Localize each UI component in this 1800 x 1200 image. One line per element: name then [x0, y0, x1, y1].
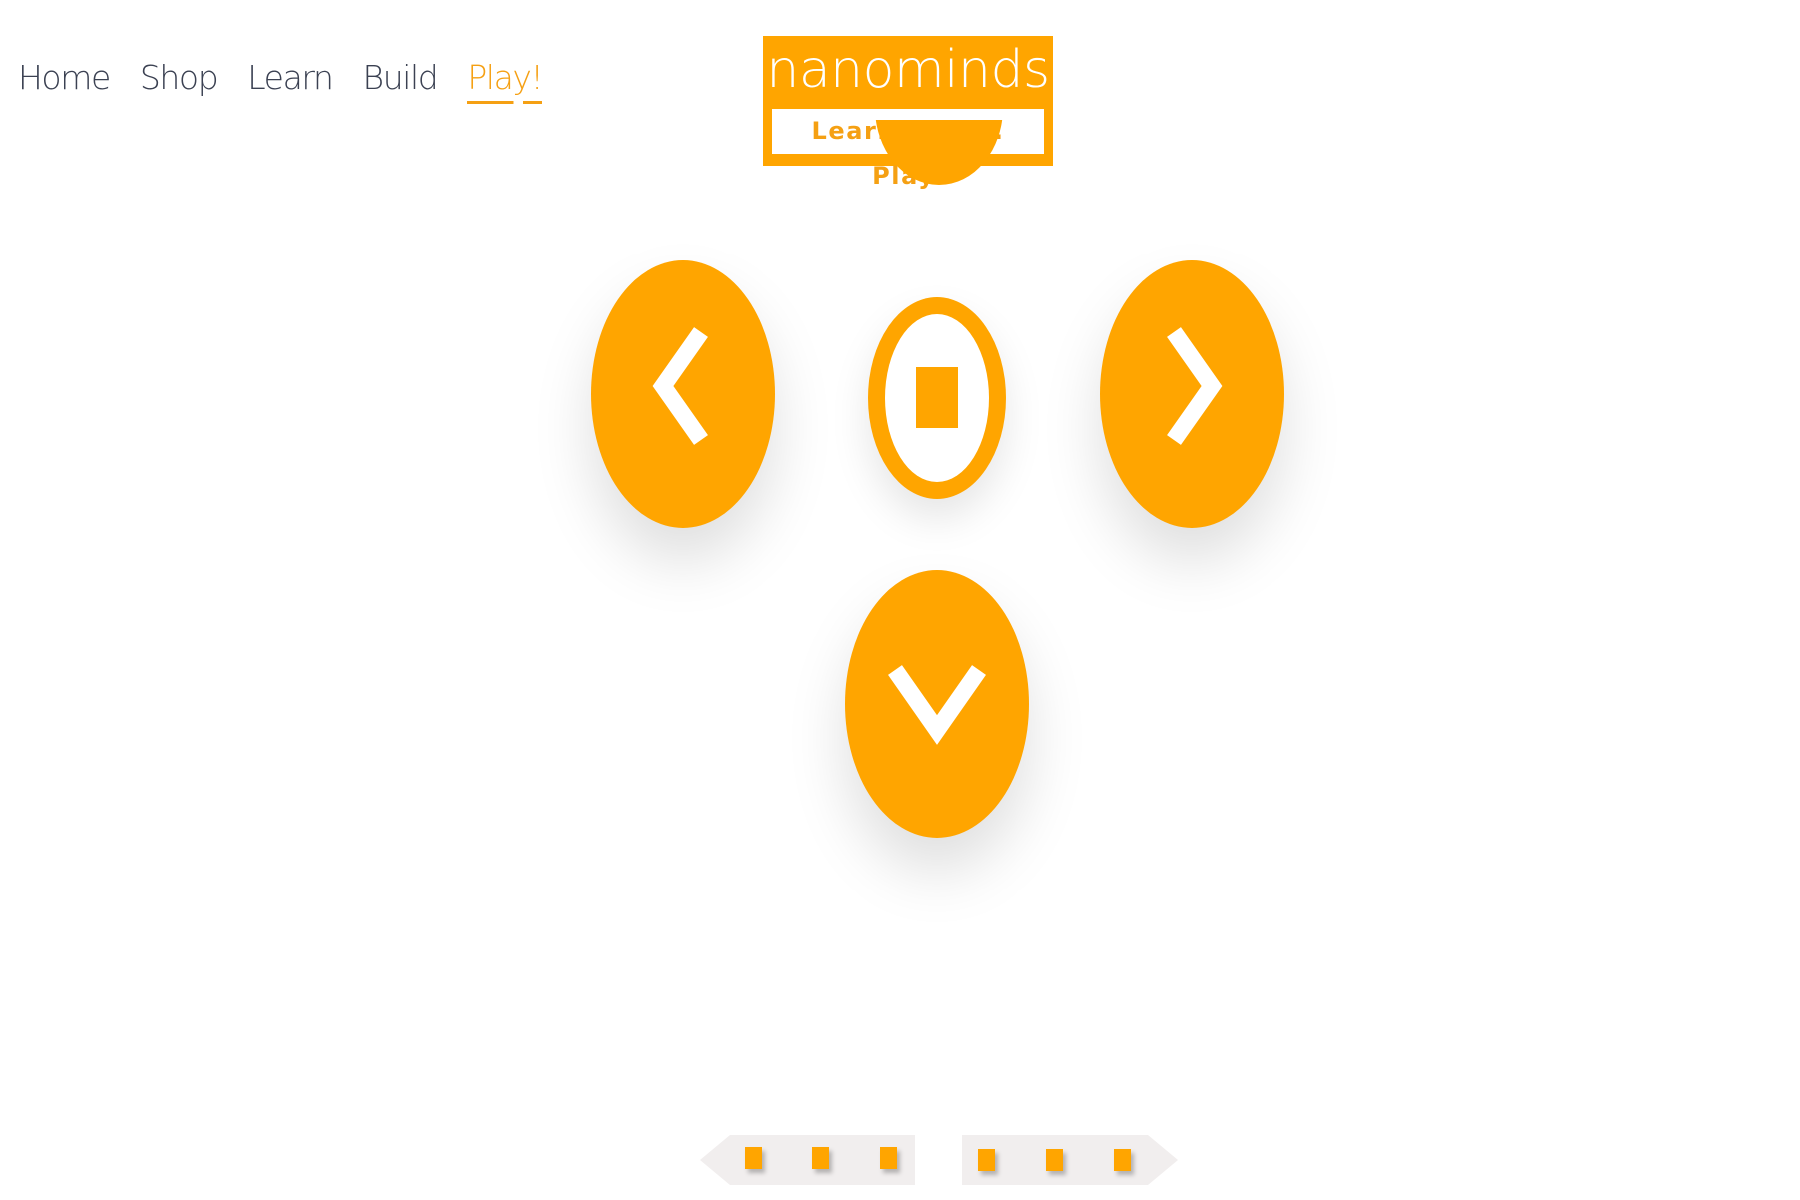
- nav-item-shop[interactable]: Shop: [140, 58, 219, 101]
- right-button[interactable]: [1100, 260, 1284, 528]
- nav-item-build[interactable]: Build: [363, 58, 439, 101]
- up-button-region: [760, 120, 1120, 218]
- nav-item-home[interactable]: Home: [18, 58, 111, 101]
- chevron-down-icon: [888, 665, 986, 745]
- slider-left-button[interactable]: [700, 1135, 915, 1185]
- arrow-right-dots-icon: [962, 1135, 1178, 1185]
- stop-icon: [885, 314, 989, 482]
- page: Home Shop Learn Build Play! nanominds Le…: [0, 0, 1800, 1200]
- chevron-right-icon: [1167, 327, 1223, 445]
- nav-item-play[interactable]: Play!: [467, 58, 544, 104]
- down-button[interactable]: [845, 570, 1029, 838]
- left-button[interactable]: [591, 260, 775, 528]
- main-nav: Home Shop Learn Build Play!: [18, 58, 544, 104]
- stop-button[interactable]: [868, 297, 1006, 499]
- logo-wordmark: nanominds: [766, 40, 1050, 100]
- slider-right-button[interactable]: [962, 1135, 1178, 1185]
- chevron-left-icon: [652, 327, 708, 445]
- up-button[interactable]: [875, 120, 1003, 185]
- arrow-left-dots-icon: [700, 1135, 915, 1185]
- nav-item-learn[interactable]: Learn: [247, 58, 334, 101]
